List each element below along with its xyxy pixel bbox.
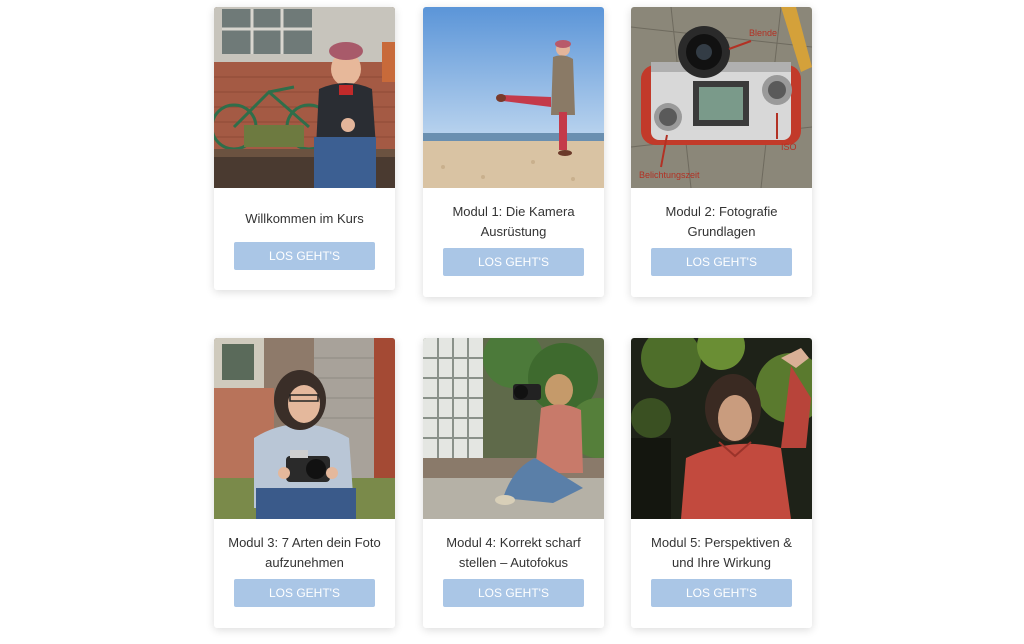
lets-go-button[interactable]: LOS GEHT'S [443, 248, 584, 276]
card-image[interactable] [423, 338, 604, 519]
course-card[interactable]: Modul 5: Perspektiven & und Ihre Wirkung… [631, 338, 812, 628]
card-title: Modul 2: Fotografie Grundlagen [665, 204, 778, 239]
course-card[interactable]: Blende ISO Belichtungszeit Modul 2: Foto… [631, 7, 812, 297]
card-title: Modul 3: 7 Arten dein Foto aufzunehmen [228, 535, 381, 570]
card-title: Modul 5: Perspektiven & und Ihre Wirkung [651, 535, 792, 570]
card-title: Willkommen im Kurs [245, 211, 364, 226]
lets-go-button[interactable]: LOS GEHT'S [443, 579, 584, 607]
card-image[interactable] [631, 338, 812, 519]
card-image[interactable] [214, 338, 395, 519]
course-card[interactable]: Modul 4: Korrekt scharf stellen – Autofo… [423, 338, 604, 628]
card-image[interactable] [214, 7, 395, 188]
card-title: Modul 1: Die Kamera Ausrüstung [452, 204, 575, 239]
course-card[interactable]: Willkommen im Kurs LOS GEHT'S [214, 7, 395, 290]
iso-label: ISO [781, 142, 797, 152]
lets-go-button[interactable]: LOS GEHT'S [651, 579, 792, 607]
course-card[interactable]: Modul 1: Die Kamera Ausrüstung LOS GEHT'… [423, 7, 604, 297]
card-image[interactable]: Blende ISO Belichtungszeit [631, 7, 812, 188]
aperture-label: Blende [749, 28, 778, 38]
course-card[interactable]: Modul 3: 7 Arten dein Foto aufzunehmen L… [214, 338, 395, 628]
card-title: Modul 4: Korrekt scharf stellen – Autofo… [446, 535, 581, 570]
lets-go-button[interactable]: LOS GEHT'S [651, 248, 792, 276]
lets-go-button[interactable]: LOS GEHT'S [234, 579, 375, 607]
shutter-label: Belichtungszeit [639, 170, 700, 180]
card-image[interactable] [423, 7, 604, 188]
lets-go-button[interactable]: LOS GEHT'S [234, 242, 375, 270]
